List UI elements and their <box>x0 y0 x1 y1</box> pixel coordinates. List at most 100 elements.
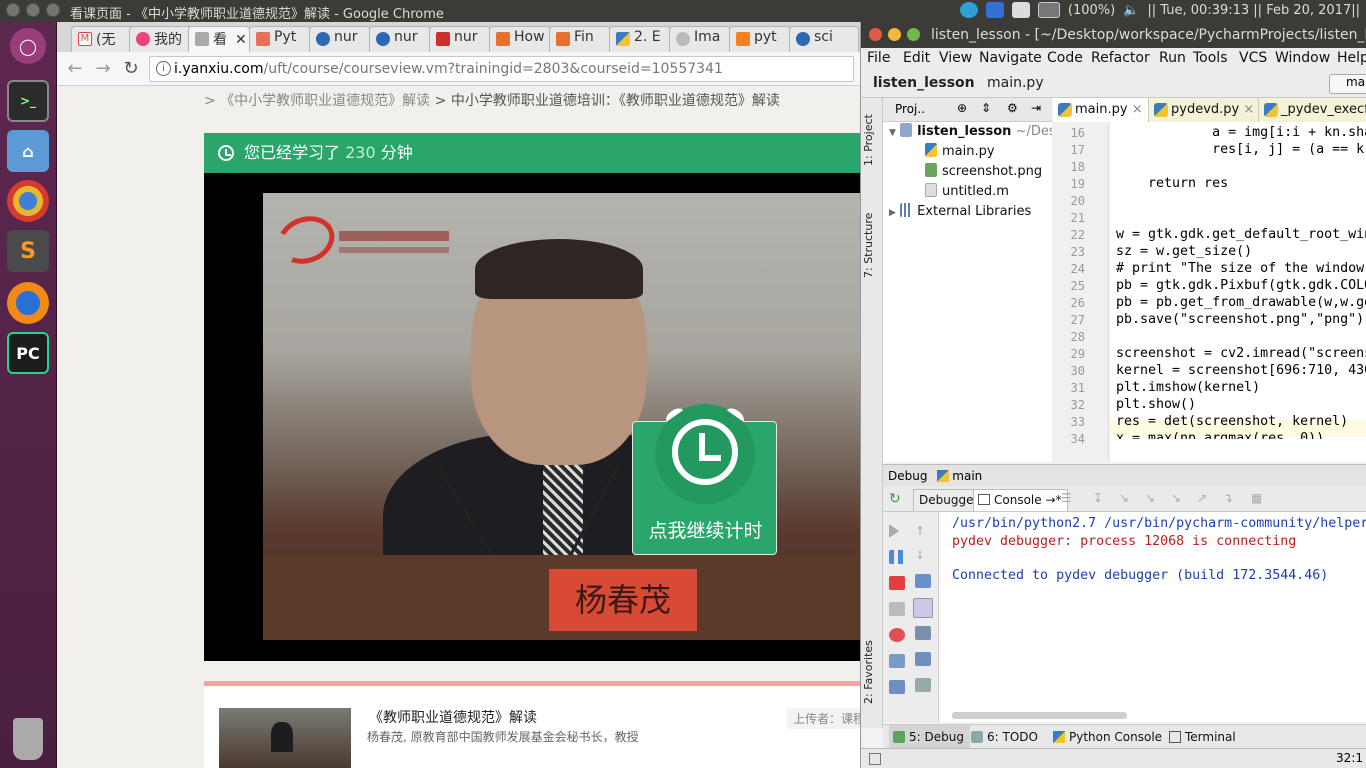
close-tab-icon[interactable]: × <box>1132 102 1143 117</box>
tree-item-screenshot[interactable]: screenshot.png <box>925 162 1042 182</box>
restore-layout-icon[interactable] <box>889 654 905 668</box>
tab-jianshu[interactable]: Pyt <box>249 26 311 52</box>
menu-navigate[interactable]: Navigate <box>979 50 1042 66</box>
tab-flower[interactable]: 我的 <box>129 26 193 52</box>
tab-csdn[interactable]: nur <box>429 26 491 52</box>
minimize-window-button[interactable] <box>888 28 901 41</box>
teamviewer-icon[interactable] <box>985 2 1004 18</box>
address-bar[interactable]: i i.yanxiu.com/uft/course/courseview.vm?… <box>149 56 854 82</box>
editor-tab-pydev-execfile[interactable]: _pydev_execf <box>1259 98 1366 122</box>
ubuntu-dash-icon[interactable]: ◯ <box>10 28 46 64</box>
scroll-to-end-icon[interactable] <box>913 598 933 618</box>
video-player[interactable]: 杨春茂 点我继续计时 <box>204 173 860 661</box>
tab-console[interactable]: Console →* <box>973 489 1068 511</box>
trash-icon[interactable] <box>13 718 43 760</box>
clear-all-icon[interactable] <box>915 652 931 666</box>
files-icon[interactable]: ⌂ <box>7 130 49 172</box>
battery-icon[interactable] <box>1037 2 1060 18</box>
step-into-icon[interactable]: ↘ <box>1119 491 1129 505</box>
force-step-into-icon[interactable]: ↘ <box>1171 491 1181 505</box>
tree-item-main-py[interactable]: main.py <box>925 142 995 162</box>
show-execution-point-icon[interactable]: ☰ <box>1061 491 1072 505</box>
close-tab-icon[interactable]: ✕ <box>235 32 247 48</box>
chrome-icon[interactable] <box>7 180 49 222</box>
tab-stackoverflow[interactable]: pyt <box>729 26 791 52</box>
tool-windows-icon[interactable] <box>869 753 881 765</box>
nav-project[interactable]: listen_lesson <box>873 75 975 91</box>
step-out-icon[interactable]: ↗ <box>1197 491 1207 505</box>
menu-vcs[interactable]: VCS <box>1239 50 1267 66</box>
debug-console[interactable]: /usr/bin/python2.7 /usr/bin/pycharm-comm… <box>940 512 1366 722</box>
sublime-text-icon[interactable]: S <box>7 230 49 272</box>
run-config-select[interactable]: ma <box>1329 74 1366 94</box>
minimize-window-button[interactable] <box>26 3 40 17</box>
software-updater-icon[interactable] <box>959 2 978 18</box>
tab-scipy[interactable]: sci <box>789 26 859 52</box>
back-button[interactable]: ← <box>63 57 87 81</box>
tab-terminal[interactable]: Terminal <box>1165 725 1242 749</box>
mute-breakpoints-icon[interactable] <box>889 628 905 642</box>
menu-refactor[interactable]: Refactor <box>1091 50 1150 66</box>
pause-icon[interactable] <box>889 550 905 564</box>
project-view-select[interactable]: Proj.. <box>895 102 925 116</box>
tree-item-untitled-m[interactable]: untitled.m <box>925 182 1009 202</box>
continue-timing-button[interactable]: 点我继续计时 <box>632 404 777 555</box>
step-over-icon[interactable]: ↧ <box>1093 491 1103 505</box>
terminal-icon[interactable]: >_ <box>7 80 49 122</box>
course-title[interactable]: 《教师职业道德规范》解读 <box>369 707 537 727</box>
tab-gmail[interactable]: M (无 <box>71 26 135 52</box>
menu-window[interactable]: Window <box>1275 50 1330 66</box>
collapse-icon[interactable]: ⇕ <box>981 101 991 115</box>
console-history-icon[interactable] <box>915 678 931 692</box>
tree-item-root[interactable]: ▼ listen_lesson ~/Desk <box>889 122 1052 142</box>
run-to-cursor-icon[interactable]: ↴ <box>1223 491 1233 505</box>
breadcrumb-parent[interactable]: > 《中小学教师职业道德规范》解读 <box>204 93 430 109</box>
speaker-icon[interactable]: 🔈 <box>1123 3 1139 18</box>
menu-code[interactable]: Code <box>1047 50 1083 66</box>
settings-icon[interactable] <box>889 680 905 694</box>
tab-blog-1[interactable]: nur <box>309 26 371 52</box>
step-into-my-code-icon[interactable]: ↘ <box>1145 491 1155 505</box>
soft-wrap-icon[interactable] <box>915 574 931 588</box>
sync-icon[interactable]: ⊕ <box>957 101 967 115</box>
gear-icon[interactable]: ⚙ <box>1007 101 1018 115</box>
forward-button[interactable]: → <box>91 57 115 81</box>
keyboard-icon[interactable] <box>1011 2 1030 18</box>
hide-icon[interactable]: ⇥ <box>1031 101 1041 115</box>
tab-python-console[interactable]: Python Console <box>1049 725 1168 749</box>
clock[interactable]: || Tue, 00:39:13 || Feb 20, 2017|| <box>1147 3 1360 18</box>
menu-tools[interactable]: Tools <box>1193 50 1228 66</box>
debug-config-tab[interactable]: main <box>952 469 982 483</box>
up-icon[interactable]: ↑ <box>915 524 931 538</box>
firefox-icon[interactable] <box>7 282 49 324</box>
tab-matlab-1[interactable]: Hoᴡ <box>489 26 551 52</box>
rerun-icon[interactable]: ↻ <box>889 491 901 507</box>
stop-icon[interactable] <box>889 576 905 590</box>
view-breakpoints-icon[interactable] <box>889 602 905 616</box>
pycharm-icon[interactable]: PC <box>7 332 49 374</box>
tab-blog-2[interactable]: nur <box>369 26 431 52</box>
info-icon[interactable]: i <box>156 61 171 76</box>
menu-edit[interactable]: Edit <box>903 50 930 66</box>
down-icon[interactable]: ↓ <box>915 548 931 562</box>
menu-help[interactable]: Help <box>1337 50 1366 66</box>
console-horizontal-scrollbar[interactable] <box>952 712 1127 719</box>
tab-python[interactable]: 2. E <box>609 26 671 52</box>
close-window-button[interactable] <box>869 28 882 41</box>
menu-run[interactable]: Run <box>1159 50 1186 66</box>
close-tab-icon[interactable]: × <box>1243 102 1254 117</box>
tab-todo[interactable]: 6: TODO <box>967 725 1044 749</box>
menu-view[interactable]: View <box>939 50 972 66</box>
menu-file[interactable]: File <box>867 50 890 66</box>
editor-tab-main-py[interactable]: main.py × <box>1053 98 1149 122</box>
maximize-window-button[interactable] <box>907 28 920 41</box>
print-icon[interactable] <box>915 626 931 640</box>
tab-matlab-2[interactable]: Fin <box>549 26 611 52</box>
reload-button[interactable]: ↻ <box>119 57 143 81</box>
maximize-window-button[interactable] <box>46 3 60 17</box>
tab-project[interactable]: 1: Project <box>862 106 882 166</box>
editor-tab-pydevd[interactable]: pydevd.py × <box>1149 98 1259 122</box>
resume-icon[interactable] <box>889 524 899 538</box>
tab-current[interactable]: 看 ✕ <box>188 26 250 52</box>
tab-image[interactable]: Ima <box>669 26 731 52</box>
